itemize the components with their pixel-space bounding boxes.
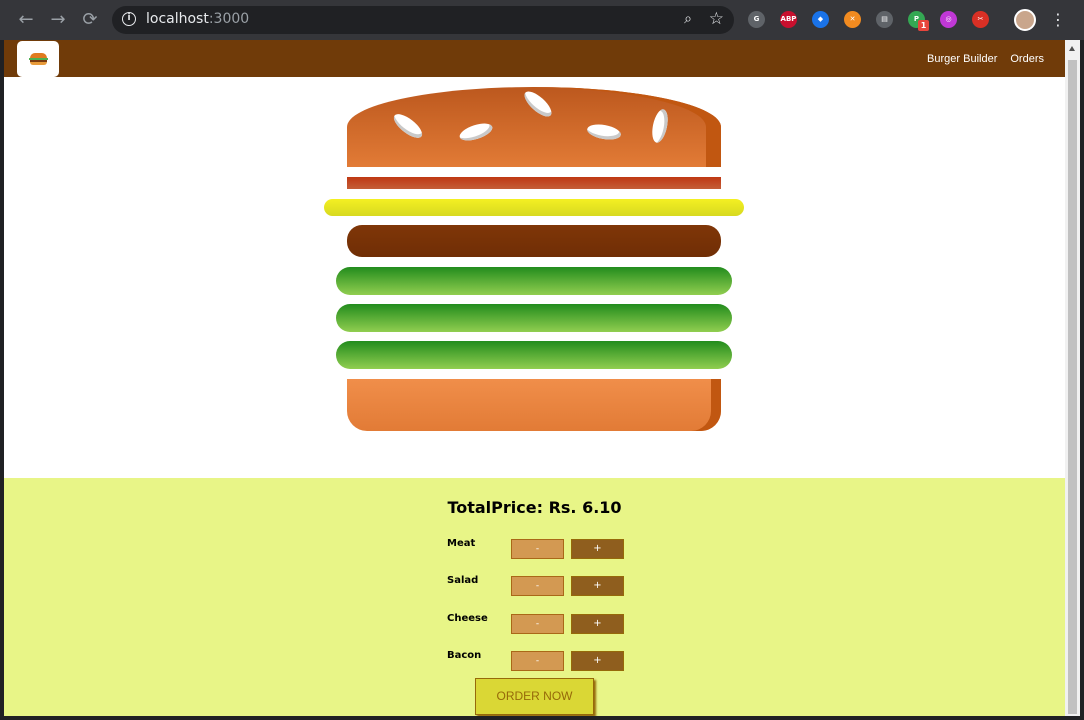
burger-preview [4,77,1065,478]
zoom-icon[interactable]: ⌕ [684,11,692,27]
salad-layer [336,341,732,369]
less-cheese-button[interactable]: - [511,614,564,634]
profile-avatar[interactable] [1014,9,1036,31]
bacon-layer [347,177,721,189]
cheese-layer [324,199,744,216]
forward-icon[interactable]: → [46,8,70,32]
more-meat-button[interactable]: + [571,539,624,559]
site-info-icon[interactable]: i [122,12,136,26]
salad-layer [336,304,732,332]
app-toolbar: Burger Builder Orders [4,40,1065,77]
scroll-thumb[interactable] [1068,60,1077,714]
page-scrollbar[interactable] [1065,40,1080,716]
ingredient-label: Salad [447,575,479,586]
address-bar[interactable]: i localhost:3000 ⌕ ☆ [112,6,734,34]
navigation: Burger Builder Orders [927,40,1044,77]
seed [390,110,426,142]
screenshot-icon[interactable]: ✂ [972,11,989,28]
more-salad-button[interactable]: + [571,576,624,596]
crossover-icon[interactable]: ✕ [844,11,861,28]
url-text: localhost:3000 [146,11,250,27]
build-controls: TotalPrice: Rs. 6.10 Meat - + Salad - + … [4,478,1065,716]
bread-bottom [347,379,721,431]
scroll-up-icon[interactable] [1069,46,1075,51]
ingredient-label: Bacon [447,650,482,661]
less-bacon-button[interactable]: - [511,651,564,671]
ingredient-label: Meat [447,538,476,549]
nav-burger-builder[interactable]: Burger Builder [927,53,997,65]
back-icon[interactable]: ← [14,8,38,32]
seed [520,87,556,121]
notification-badge: 1 [918,20,929,31]
browser-toolbar: ← → ⟳ i localhost:3000 ⌕ ☆ G ABP ◆ ✕ ▤ P 1 ◎ ✂ ⋮ [0,0,1084,40]
total-price: TotalPrice: Rs. 6.10 [447,498,622,517]
printer-icon[interactable]: ▤ [876,11,893,28]
seed [649,107,671,145]
more-bacon-button[interactable]: + [571,651,624,671]
bookmark-star-icon[interactable]: ☆ [709,9,724,29]
meat-layer [347,225,721,257]
adblock-icon[interactable]: ABP [780,11,797,28]
seed [586,122,622,142]
nav-orders[interactable]: Orders [1010,53,1044,65]
less-salad-button[interactable]: - [511,576,564,596]
reload-icon[interactable]: ⟳ [78,8,102,32]
hoverzoom-icon[interactable]: ◎ [940,11,957,28]
browser-menu-icon[interactable]: ⋮ [1050,8,1066,32]
salad-layer [336,267,732,295]
bread-top [347,87,721,167]
dev-tool-icon[interactable]: ◆ [812,11,829,28]
page-viewport: Burger Builder Orders TotalPrice: Rs. 6.… [4,40,1065,716]
order-now-button[interactable]: ORDER NOW [475,678,594,715]
pushbullet-icon[interactable]: P1 [908,11,929,31]
ingredient-label: Cheese [447,613,488,624]
more-cheese-button[interactable]: + [571,614,624,634]
burger-logo-icon[interactable] [17,41,59,77]
grammarly-icon[interactable]: G [748,11,765,28]
seed [457,120,495,144]
less-meat-button[interactable]: - [511,539,564,559]
